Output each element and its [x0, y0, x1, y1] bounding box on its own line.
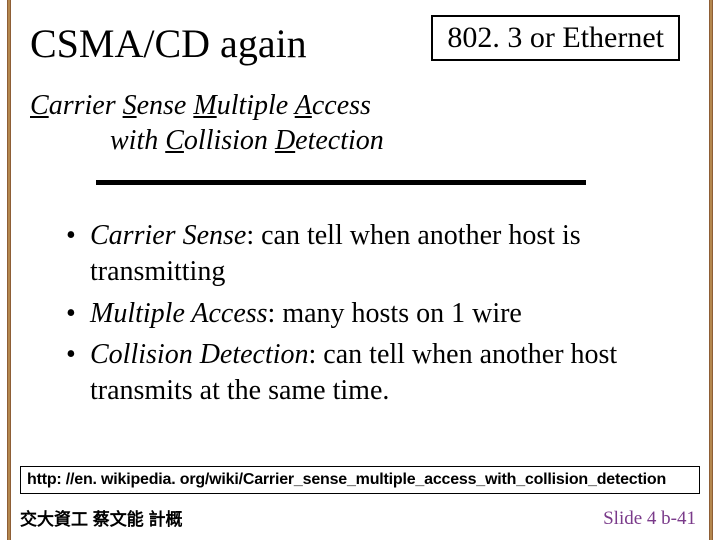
subtitle: Carrier Sense Multiple Access with Colli…	[30, 88, 384, 158]
decorative-border-left	[7, 0, 11, 540]
ethernet-box: 802. 3 or Ethernet	[431, 15, 680, 61]
bullet-dot: •	[66, 337, 90, 409]
horizontal-rule	[96, 180, 586, 185]
decorative-border-right	[709, 0, 713, 540]
footer-author: 交大資工 蔡文能 計概	[20, 505, 182, 530]
footer: 交大資工 蔡文能 計概 Slide 4 b-41	[20, 505, 696, 530]
slide-title: CSMA/CD again	[30, 20, 307, 67]
slide: CSMA/CD again 802. 3 or Ethernet Carrier…	[0, 0, 720, 540]
bullet-dot: •	[66, 296, 90, 332]
list-item: • Multiple Access: many hosts on 1 wire	[66, 296, 680, 332]
bullet-text: Carrier Sense: can tell when another hos…	[90, 218, 680, 290]
bullet-text: Collision Detection: can tell when anoth…	[90, 337, 680, 409]
bullet-dot: •	[66, 218, 90, 290]
subtitle-line-1: Carrier Sense Multiple Access	[30, 88, 384, 123]
slide-number: Slide 4 b-41	[603, 508, 696, 530]
bullet-text: Multiple Access: many hosts on 1 wire	[90, 296, 680, 332]
subtitle-line-2: with Collision Detection	[30, 123, 384, 158]
list-item: • Collision Detection: can tell when ano…	[66, 337, 680, 409]
reference-url: http: //en. wikipedia. org/wiki/Carrier_…	[20, 466, 700, 494]
list-item: • Carrier Sense: can tell when another h…	[66, 218, 680, 290]
bullet-list: • Carrier Sense: can tell when another h…	[66, 218, 680, 415]
